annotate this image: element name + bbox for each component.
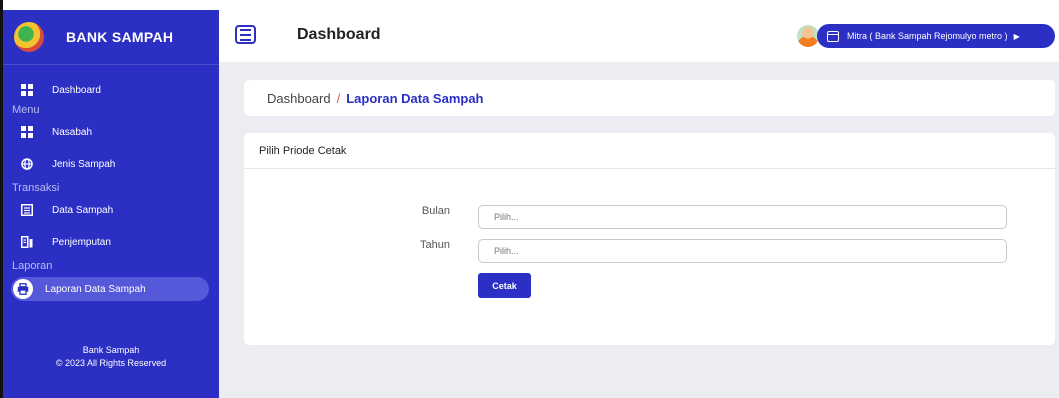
page-title: Dashboard bbox=[297, 26, 381, 43]
sidebar-item-jenis-sampah[interactable]: Jenis Sampah bbox=[3, 152, 219, 176]
footer-copyright: © 2023 All Rights Reserved bbox=[55, 358, 167, 368]
footer-title: Bank Sampah bbox=[82, 345, 140, 355]
sidebar-item-nasabah[interactable]: Nasabah bbox=[3, 120, 219, 144]
user-label: Mitra ( Bank Sampah Rejomulyo metro ) bbox=[847, 31, 1008, 41]
sidebar-footer: Bank Sampah © 2023 All Rights Reserved bbox=[3, 344, 219, 370]
cetak-button[interactable]: Cetak bbox=[478, 273, 531, 298]
breadcrumb-separator: / bbox=[336, 90, 341, 106]
breadcrumb-home[interactable]: Dashboard bbox=[267, 91, 331, 106]
tahun-select[interactable] bbox=[478, 239, 1007, 263]
globe-icon bbox=[20, 157, 34, 171]
brand[interactable]: BANK SAMPAH bbox=[3, 10, 219, 65]
avatar[interactable] bbox=[797, 25, 819, 47]
sidebar-item-label: Laporan Data Sampah bbox=[45, 283, 146, 295]
window-top-edge bbox=[0, 0, 1059, 10]
hamburger-menu-icon[interactable] bbox=[235, 25, 256, 44]
sidebar-item-label: Penjemputan bbox=[52, 236, 111, 248]
sidebar-item-label: Jenis Sampah bbox=[52, 158, 116, 170]
section-label-transaksi: Transaksi bbox=[12, 182, 60, 194]
calendar-icon bbox=[827, 30, 839, 42]
sidebar-item-label: Data Sampah bbox=[52, 204, 114, 216]
bulan-select[interactable] bbox=[478, 205, 1007, 229]
sidebar-item-laporan-data-sampah[interactable]: Laporan Data Sampah bbox=[11, 277, 209, 301]
sidebar-item-label: Dashboard bbox=[52, 84, 101, 96]
form-row-tahun: Tahun bbox=[244, 239, 1055, 263]
section-label-laporan: Laporan bbox=[12, 260, 53, 272]
topbar: Dashboard Mitra ( Bank Sampah Rejomulyo … bbox=[219, 10, 1059, 62]
sidebar-item-label: Nasabah bbox=[52, 126, 93, 138]
users-icon bbox=[20, 125, 34, 139]
sidebar-item-dashboard[interactable]: Dashboard bbox=[3, 78, 219, 102]
sidebar-item-penjemputan[interactable]: Penjemputan bbox=[3, 230, 219, 254]
printer-icon bbox=[13, 279, 33, 299]
list-icon bbox=[20, 203, 34, 217]
print-period-card: Pilih Priode Cetak Bulan Tahun Cetak bbox=[244, 133, 1055, 345]
breadcrumb: Dashboard / Laporan Data Sampah bbox=[244, 80, 1055, 116]
section-label-menu: Menu bbox=[12, 104, 40, 116]
bulan-label: Bulan bbox=[421, 205, 450, 217]
sidebar-nav: Dashboard Menu Nasabah Jenis Sampah Tran… bbox=[3, 65, 219, 301]
form-row-bulan: Bulan bbox=[244, 205, 1055, 229]
truck-icon bbox=[20, 235, 34, 249]
sidebar: BANK SAMPAH Dashboard Menu Nasabah Jenis… bbox=[3, 10, 219, 398]
sidebar-item-data-sampah[interactable]: Data Sampah bbox=[3, 198, 219, 222]
user-menu-button[interactable]: Mitra ( Bank Sampah Rejomulyo metro ) ▶ bbox=[817, 24, 1055, 48]
brand-name: BANK SAMPAH bbox=[66, 29, 174, 45]
dashboard-icon bbox=[20, 83, 34, 97]
caret-right-icon: ▶ bbox=[1013, 31, 1020, 41]
breadcrumb-current: Laporan Data Sampah bbox=[346, 90, 484, 106]
card-title: Pilih Priode Cetak bbox=[244, 133, 1055, 169]
tahun-label: Tahun bbox=[420, 239, 450, 251]
brand-logo bbox=[14, 22, 44, 52]
